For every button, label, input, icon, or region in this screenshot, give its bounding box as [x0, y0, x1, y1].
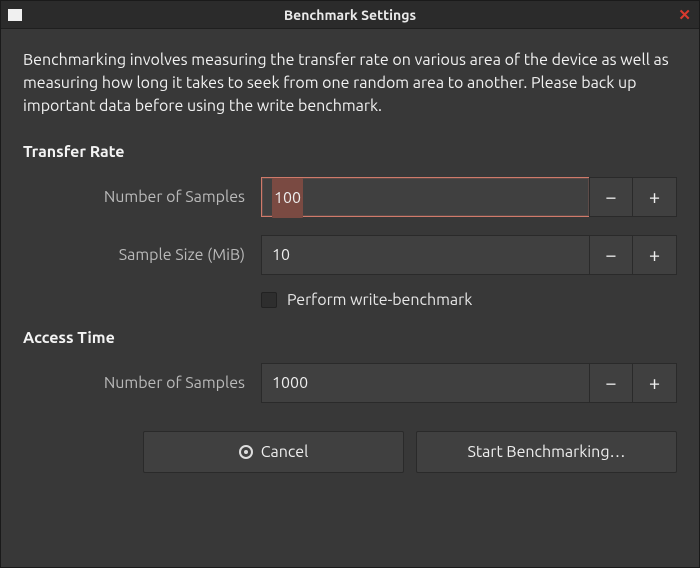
- label-write-benchmark: Perform write-benchmark: [287, 291, 472, 309]
- input-transfer-samples-value: 100: [272, 178, 303, 218]
- start-button-label: Start Benchmarking…: [468, 443, 626, 461]
- cancel-button[interactable]: Cancel: [143, 431, 404, 473]
- start-benchmarking-button[interactable]: Start Benchmarking…: [416, 431, 677, 473]
- row-transfer-samples: Number of Samples 100 − +: [23, 177, 677, 217]
- checkbox-write-benchmark[interactable]: [261, 292, 277, 308]
- row-access-samples: Number of Samples 1000 − +: [23, 363, 677, 403]
- input-access-samples[interactable]: 1000: [261, 363, 589, 403]
- label-sample-size: Sample Size (MiB): [23, 246, 261, 264]
- spin-access-samples: 1000 − +: [261, 363, 677, 403]
- plus-icon: +: [649, 371, 660, 394]
- action-row: Cancel Start Benchmarking…: [23, 431, 677, 473]
- dialog-window: Benchmark Settings ✕ Benchmarking involv…: [0, 0, 700, 568]
- spin-transfer-samples: 100 − +: [261, 177, 677, 217]
- row-sample-size: Sample Size (MiB) 10 − +: [23, 235, 677, 275]
- plus-button[interactable]: +: [633, 235, 677, 275]
- input-sample-size[interactable]: 10: [261, 235, 589, 275]
- minus-button[interactable]: −: [589, 235, 633, 275]
- plus-button[interactable]: +: [633, 177, 677, 217]
- plus-icon: +: [649, 185, 660, 208]
- minus-button[interactable]: −: [589, 363, 633, 403]
- minus-icon: −: [605, 185, 616, 208]
- row-write-benchmark[interactable]: Perform write-benchmark: [261, 291, 677, 309]
- cancel-icon: [239, 445, 253, 459]
- spin-sample-size: 10 − +: [261, 235, 677, 275]
- plus-icon: +: [649, 243, 660, 266]
- titlebar: Benchmark Settings ✕: [1, 1, 699, 29]
- cancel-button-label: Cancel: [261, 443, 309, 461]
- section-heading-access: Access Time: [23, 329, 677, 347]
- minus-icon: −: [605, 371, 616, 394]
- dialog-content: Benchmarking involves measuring the tran…: [1, 29, 699, 567]
- input-transfer-samples[interactable]: 100: [261, 177, 589, 217]
- close-icon[interactable]: ✕: [678, 1, 691, 29]
- label-access-samples: Number of Samples: [23, 374, 261, 392]
- minus-button[interactable]: −: [589, 177, 633, 217]
- window-title: Benchmark Settings: [1, 7, 699, 23]
- minus-icon: −: [605, 243, 616, 266]
- window-icon: [8, 9, 22, 21]
- plus-button[interactable]: +: [633, 363, 677, 403]
- label-transfer-samples: Number of Samples: [23, 188, 261, 206]
- description-text: Benchmarking involves measuring the tran…: [23, 49, 677, 119]
- section-heading-transfer: Transfer Rate: [23, 143, 677, 161]
